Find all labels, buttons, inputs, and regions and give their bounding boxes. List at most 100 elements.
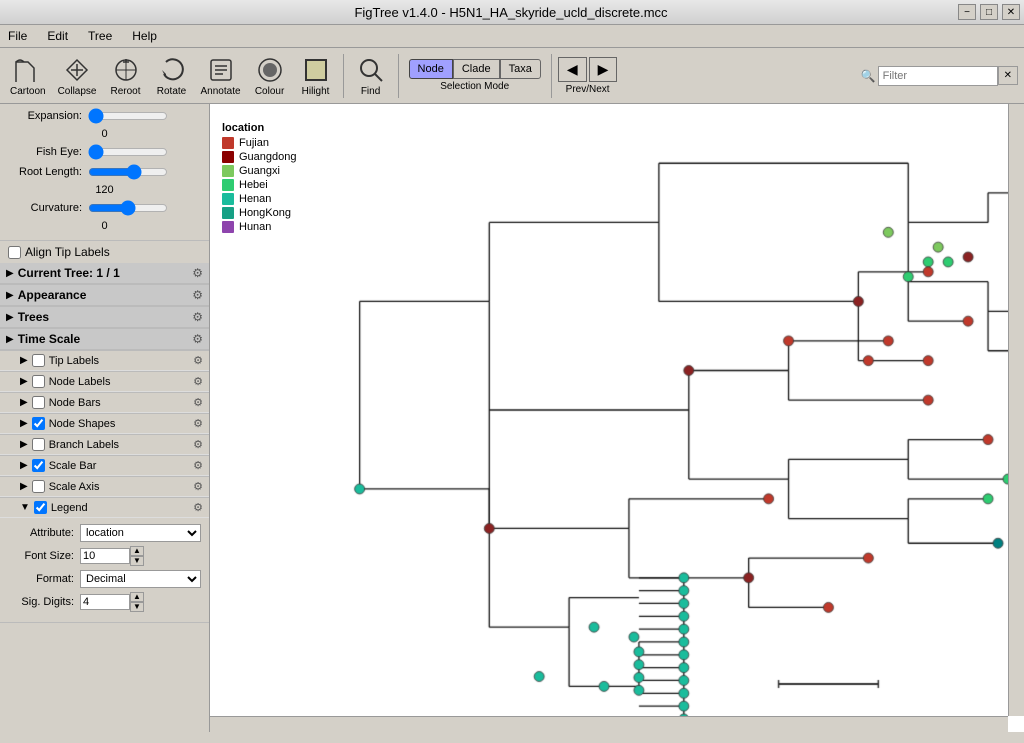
branch-labels-item[interactable]: ▶ Branch Labels ⚙: [0, 435, 209, 455]
nav-label: Prev/Next: [566, 84, 610, 95]
reroot-button[interactable]: Reroot: [105, 52, 147, 99]
fisheye-slider[interactable]: [88, 144, 168, 160]
legend-item[interactable]: ▼ Legend ⚙: [0, 498, 209, 518]
annotate-button[interactable]: Annotate: [197, 52, 245, 99]
node-shapes-item[interactable]: ▶ Node Shapes ⚙: [0, 414, 209, 434]
minimize-button[interactable]: −: [958, 4, 976, 20]
next-button[interactable]: ▶: [589, 57, 618, 82]
format-select[interactable]: Decimal: [80, 570, 201, 588]
sigdigits-down[interactable]: ▼: [130, 602, 144, 612]
node-bars-section: ▶ Node Bars ⚙: [0, 393, 209, 414]
select-clade-button[interactable]: Clade: [453, 59, 500, 79]
fontsize-up[interactable]: ▲: [130, 546, 144, 556]
menu-bar: File Edit Tree Help: [0, 25, 1024, 48]
curvature-label: Curvature:: [8, 202, 88, 214]
legend-overlay: location FujianGuangdongGuangxiHebeiHena…: [222, 122, 297, 235]
legend-item: HongKong: [222, 207, 297, 219]
menu-file[interactable]: File: [4, 27, 31, 45]
node-labels-item[interactable]: ▶ Node Labels ⚙: [0, 372, 209, 392]
filter-clear-button[interactable]: ✕: [998, 66, 1018, 85]
time-scale-title: Time Scale: [18, 332, 193, 346]
node-bars-label: Node Bars: [49, 397, 193, 409]
select-taxa-button[interactable]: Taxa: [500, 59, 541, 79]
prev-button[interactable]: ◀: [558, 57, 587, 82]
curvature-value: 0: [8, 220, 201, 232]
collapse-button[interactable]: Collapse: [54, 52, 101, 99]
attribute-row: Attribute: location: [8, 524, 201, 542]
tree-canvas-area[interactable]: location FujianGuangdongGuangxiHebeiHena…: [210, 104, 1024, 732]
expansion-slider[interactable]: [88, 108, 168, 124]
node-labels-checkbox[interactable]: [32, 375, 45, 388]
hilight-button[interactable]: Hilight: [295, 52, 337, 99]
appearance-icon: ⚙: [192, 288, 203, 302]
menu-help[interactable]: Help: [128, 27, 161, 45]
node-bars-item[interactable]: ▶ Node Bars ⚙: [0, 393, 209, 413]
fisheye-row: Fish Eye:: [8, 144, 201, 160]
appearance-header[interactable]: ▶ Appearance ⚙: [0, 285, 209, 306]
sigdigits-up[interactable]: ▲: [130, 592, 144, 602]
menu-edit[interactable]: Edit: [43, 27, 72, 45]
rotate-button[interactable]: Rotate: [151, 52, 193, 99]
trees-header[interactable]: ▶ Trees ⚙: [0, 307, 209, 328]
tip-labels-icon: ⚙: [193, 354, 203, 367]
node-shapes-checkbox[interactable]: [32, 417, 45, 430]
current-tree-header[interactable]: ▶ Current Tree: 1 / 1 ⚙: [0, 263, 209, 284]
close-button[interactable]: ✕: [1002, 4, 1020, 20]
vertical-scrollbar[interactable]: [1008, 104, 1024, 716]
node-bars-arrow: ▶: [20, 397, 28, 408]
curvature-slider[interactable]: [88, 200, 168, 216]
time-scale-header[interactable]: ▶ Time Scale ⚙: [0, 329, 209, 350]
fontsize-down[interactable]: ▼: [130, 556, 144, 566]
scale-bar-checkbox[interactable]: [32, 459, 45, 472]
find-button[interactable]: Find: [350, 52, 392, 99]
legend-checkbox[interactable]: [34, 501, 47, 514]
current-tree-arrow: ▶: [6, 268, 14, 279]
align-tip-labels-checkbox[interactable]: [8, 246, 21, 259]
legend-item: Hebei: [222, 179, 297, 191]
selection-mode-group: Node Clade Taxa Selection Mode: [409, 59, 541, 92]
search-icon: 🔍: [861, 69, 876, 83]
colour-icon: [254, 54, 286, 86]
branch-labels-checkbox[interactable]: [32, 438, 45, 451]
scale-axis-checkbox[interactable]: [32, 480, 45, 493]
trees-icon: ⚙: [192, 310, 203, 324]
scale-bar-label: Scale Bar: [49, 460, 193, 472]
cartoon-icon: [12, 54, 44, 86]
legend-controls: Attribute: location Font Size: ▲ ▼ Forma…: [0, 518, 209, 622]
reroot-label: Reroot: [110, 86, 140, 97]
sigdigits-input[interactable]: [80, 594, 130, 610]
node-labels-label: Node Labels: [49, 376, 193, 388]
menu-tree[interactable]: Tree: [84, 27, 116, 45]
maximize-button[interactable]: □: [980, 4, 998, 20]
nav-buttons: ◀ ▶: [558, 57, 618, 82]
appearance-arrow: ▶: [6, 290, 14, 301]
tree-canvas[interactable]: [210, 104, 1008, 716]
colour-label: Colour: [255, 86, 284, 97]
attribute-select[interactable]: location: [80, 524, 201, 542]
fontsize-spinner: ▲ ▼: [130, 546, 144, 566]
filter-input[interactable]: [878, 66, 998, 86]
tip-labels-item[interactable]: ▶ Tip Labels ⚙: [0, 351, 209, 371]
rootlength-label: Root Length:: [8, 166, 88, 178]
slider-section: Expansion: 0 Fish Eye: Root Length: 120 …: [0, 104, 209, 241]
scale-bar-item[interactable]: ▶ Scale Bar ⚙: [0, 456, 209, 476]
scale-axis-icon: ⚙: [193, 480, 203, 493]
time-scale-icon: ⚙: [192, 332, 203, 346]
legend-arrow: ▼: [20, 502, 30, 513]
select-node-button[interactable]: Node: [409, 59, 453, 79]
toolbar-separator-1: [343, 54, 344, 98]
horizontal-scrollbar[interactable]: [210, 716, 1008, 732]
cartoon-button[interactable]: Cartoon: [6, 52, 50, 99]
window-controls[interactable]: − □ ✕: [958, 4, 1020, 20]
branch-labels-label: Branch Labels: [49, 439, 193, 451]
colour-button[interactable]: Colour: [249, 52, 291, 99]
align-tip-labels-row: Align Tip Labels: [0, 241, 209, 263]
tip-labels-section: ▶ Tip Labels ⚙: [0, 351, 209, 372]
rootlength-slider[interactable]: [88, 164, 168, 180]
tip-labels-checkbox[interactable]: [32, 354, 45, 367]
fontsize-input[interactable]: [80, 548, 130, 564]
scale-axis-item[interactable]: ▶ Scale Axis ⚙: [0, 477, 209, 497]
reroot-icon: [110, 54, 142, 86]
node-bars-checkbox[interactable]: [32, 396, 45, 409]
trees-arrow: ▶: [6, 312, 14, 323]
